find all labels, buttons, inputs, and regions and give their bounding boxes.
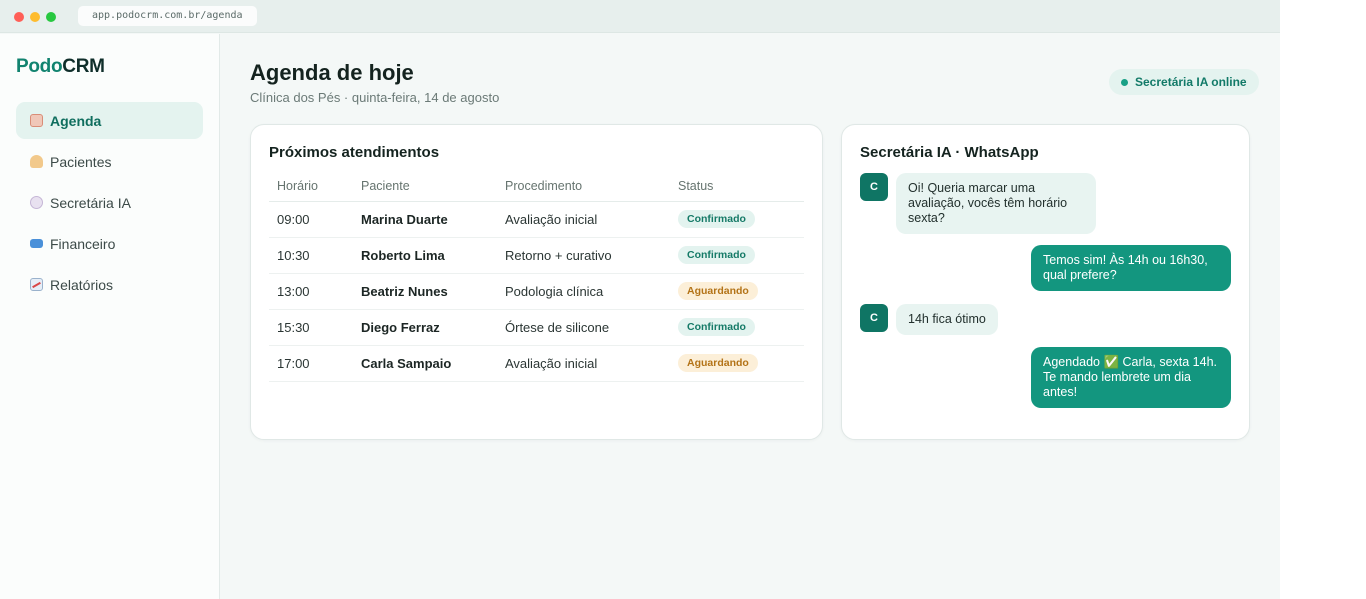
- appointment-time: 17:00: [269, 345, 353, 382]
- appointment-patient[interactable]: Carla Sampaio: [353, 345, 497, 382]
- brand-logo[interactable]: PodoCRM: [16, 56, 105, 78]
- online-indicator-icon: [1121, 78, 1128, 86]
- chart-icon: [30, 278, 43, 291]
- close-window-button[interactable]: [14, 12, 24, 22]
- table-row[interactable]: 15:30 Diego Ferraz Órtese de silicone Co…: [269, 309, 804, 346]
- table-row[interactable]: 10:30 Roberto Lima Retorno + curativo Co…: [269, 237, 804, 274]
- sidebar-item-secretaria-ia[interactable]: Secretária IA: [16, 184, 203, 221]
- contact-avatar: C: [860, 173, 888, 201]
- appointment-procedure: Retorno + curativo: [497, 237, 670, 274]
- page-subtitle: Clínica dos Pés · quinta-feira, 14 de ag…: [250, 90, 500, 105]
- incoming-message: Oi! Queria marcar uma avaliação, vocês t…: [896, 173, 1096, 234]
- page-title: Agenda de hoje: [250, 60, 414, 85]
- status-badge: Confirmado: [678, 210, 755, 228]
- appointments-table: Horário Paciente Procedimento Status 09:…: [269, 171, 804, 382]
- table-row[interactable]: 17:00 Carla Sampaio Avaliação inicial Ag…: [269, 345, 804, 382]
- status-badge: Confirmado: [678, 318, 755, 336]
- minimize-window-button[interactable]: [30, 12, 40, 22]
- appointment-status-cell: Aguardando: [670, 273, 804, 310]
- appointment-patient[interactable]: Roberto Lima: [353, 237, 497, 274]
- contact-avatar: C: [860, 304, 888, 332]
- sidebar-item-label: Relatórios: [50, 276, 114, 293]
- sidebar-item-relatorios[interactable]: Relatórios: [16, 266, 203, 303]
- sidebar-item-agenda[interactable]: Agenda: [16, 102, 203, 139]
- ai-status-label: Secretária IA online: [1135, 75, 1247, 89]
- ai-status-badge: Secretária IA online: [1109, 69, 1259, 95]
- clipboard-icon: [30, 114, 43, 127]
- outgoing-message: Temos sim! Às 14h ou 16h30, qual prefere…: [1031, 245, 1231, 291]
- whatsapp-chat-card: Secretária IA · WhatsApp C Oi! Queria ma…: [841, 124, 1250, 440]
- chat-title: Secretária IA · WhatsApp: [860, 144, 1039, 161]
- appointment-time: 10:30: [269, 237, 353, 274]
- appointment-patient[interactable]: Beatriz Nunes: [353, 273, 497, 310]
- status-badge: Aguardando: [678, 354, 758, 372]
- table-row[interactable]: 13:00 Beatriz Nunes Podologia clínica Ag…: [269, 273, 804, 310]
- appointment-status-cell: Confirmado: [670, 201, 804, 238]
- sidebar-item-label: Financeiro: [50, 235, 116, 252]
- sidebar-item-label: Secretária IA: [50, 194, 131, 211]
- column-header-time: Horário: [269, 171, 353, 202]
- appointment-procedure: Órtese de silicone: [497, 309, 670, 346]
- column-header-patient: Paciente: [353, 171, 497, 202]
- appointment-patient[interactable]: Diego Ferraz: [353, 309, 497, 346]
- person-icon: [30, 155, 43, 168]
- appointment-procedure: Podologia clínica: [497, 273, 670, 310]
- status-badge: Confirmado: [678, 246, 755, 264]
- sidebar-item-financeiro[interactable]: Financeiro: [16, 225, 203, 262]
- brand-logo-part2: CRM: [62, 56, 105, 77]
- column-header-status: Status: [670, 171, 804, 202]
- table-header-row: Horário Paciente Procedimento Status: [269, 171, 804, 202]
- status-badge: Aguardando: [678, 282, 758, 300]
- main-content: Agenda de hoje Clínica dos Pés · quinta-…: [220, 34, 1280, 599]
- appointment-procedure: Avaliação inicial: [497, 201, 670, 238]
- sidebar-item-label: Pacientes: [50, 153, 112, 170]
- incoming-message: 14h fica ótimo: [896, 304, 998, 335]
- app-window: app.podocrm.com.br/agenda PodoCRM Agenda…: [0, 0, 1280, 599]
- appointments-card: Próximos atendimentos Horário Paciente P…: [250, 124, 823, 440]
- appointment-status-cell: Confirmado: [670, 237, 804, 274]
- appointment-time: 15:30: [269, 309, 353, 346]
- column-header-procedure: Procedimento: [497, 171, 670, 202]
- address-bar[interactable]: app.podocrm.com.br/agenda: [78, 6, 257, 26]
- speech-bubble-icon: [30, 196, 43, 209]
- table-row[interactable]: 09:00 Marina Duarte Avaliação inicial Co…: [269, 201, 804, 238]
- appointment-time: 13:00: [269, 273, 353, 310]
- maximize-window-button[interactable]: [46, 12, 56, 22]
- credit-card-icon: [30, 239, 43, 248]
- sidebar-item-pacientes[interactable]: Pacientes: [16, 143, 203, 180]
- brand-logo-part1: Podo: [16, 56, 63, 77]
- appointment-status-cell: Confirmado: [670, 309, 804, 346]
- appointment-procedure: Avaliação inicial: [497, 345, 670, 382]
- browser-title-bar: app.podocrm.com.br/agenda: [0, 0, 1280, 33]
- sidebar-nav: Agenda Pacientes Secretária IA Financeir…: [16, 102, 203, 307]
- sidebar-item-label: Agenda: [50, 112, 102, 129]
- appointment-time: 09:00: [269, 201, 353, 238]
- sidebar: PodoCRM Agenda Pacientes Secretária IA F…: [0, 34, 220, 599]
- appointment-status-cell: Aguardando: [670, 345, 804, 382]
- outgoing-message: Agendado ✅ Carla, sexta 14h. Te mando le…: [1031, 347, 1231, 408]
- appointments-title: Próximos atendimentos: [269, 144, 440, 161]
- appointment-patient[interactable]: Marina Duarte: [353, 201, 497, 238]
